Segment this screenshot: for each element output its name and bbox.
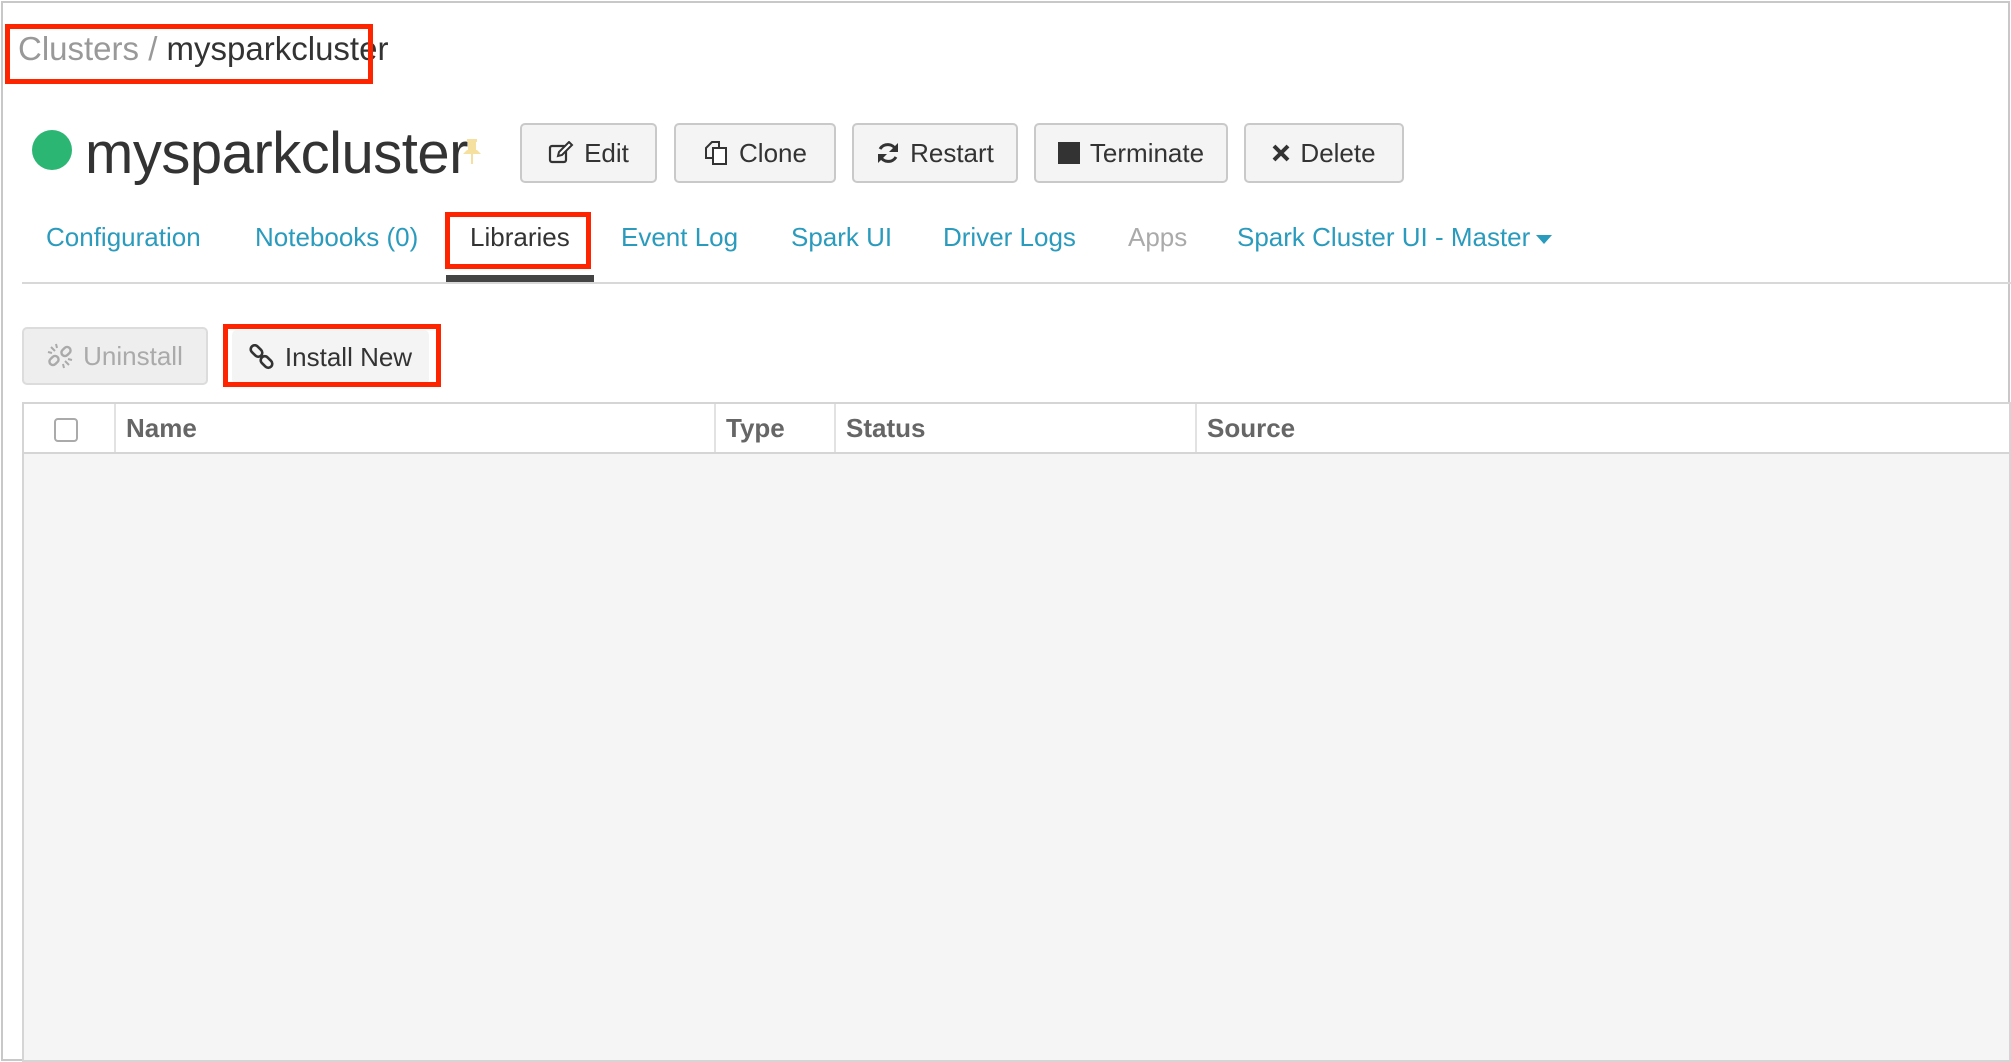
delete-button-label: Delete [1300,137,1376,168]
tab-libraries[interactable]: Libraries [470,222,570,253]
edit-button[interactable]: Edit [520,123,657,183]
close-icon [1272,144,1290,162]
page-title: mysparkcluster [85,121,468,186]
uninstall-button: Uninstall [22,327,208,385]
clone-button[interactable]: Clone [674,123,836,183]
tab-configuration[interactable]: Configuration [46,222,201,253]
tab-apps: Apps [1128,222,1188,252]
breadcrumb-clusters-link[interactable]: Clusters [18,30,139,67]
tab-notebooks[interactable]: Notebooks (0) [255,222,418,253]
select-all-checkbox[interactable] [54,418,78,442]
tab-driver-logs[interactable]: Driver Logs [943,222,1076,253]
tab-spark-cluster-ui-master-label: Spark Cluster UI - Master [1237,222,1531,252]
tab-spark-cluster-ui-master[interactable]: Spark Cluster UI - Master [1237,222,1553,253]
table-header: Name Type Status Source [24,404,2009,454]
tab-spark-ui[interactable]: Spark UI [791,222,892,253]
tab-divider [22,282,2011,284]
terminate-button-label: Terminate [1089,137,1205,168]
pin-icon[interactable] [460,138,484,166]
delete-button[interactable]: Delete [1244,123,1404,183]
edit-button-label: Edit [584,137,629,168]
tab-event-log[interactable]: Event Log [621,222,738,253]
restart-button[interactable]: Restart [852,123,1018,183]
unlink-icon [47,343,73,369]
clone-icon [703,140,729,166]
breadcrumb-current: mysparkcluster [166,30,389,67]
column-header-status[interactable]: Status [834,404,1195,452]
chevron-down-icon [1536,234,1553,244]
active-tab-indicator [446,275,594,282]
link-icon [249,344,275,370]
column-header-source[interactable]: Source [1195,404,2009,452]
install-new-button[interactable]: Install New [232,330,429,384]
cluster-status-indicator [32,130,72,170]
restart-button-label: Restart [910,137,994,168]
libraries-table: Name Type Status Source [22,402,2011,1062]
restart-icon [876,141,900,165]
install-new-button-label: Install New [284,341,413,372]
column-header-type[interactable]: Type [714,404,834,452]
terminate-button[interactable]: Terminate [1034,123,1228,183]
breadcrumb: Clusters / mysparkcluster [18,30,388,68]
uninstall-button-label: Uninstall [83,340,183,371]
clone-button-label: Clone [739,137,807,168]
stop-icon [1057,142,1080,164]
breadcrumb-separator: / [139,30,167,67]
edit-icon [548,141,574,165]
column-header-name[interactable]: Name [114,404,714,452]
